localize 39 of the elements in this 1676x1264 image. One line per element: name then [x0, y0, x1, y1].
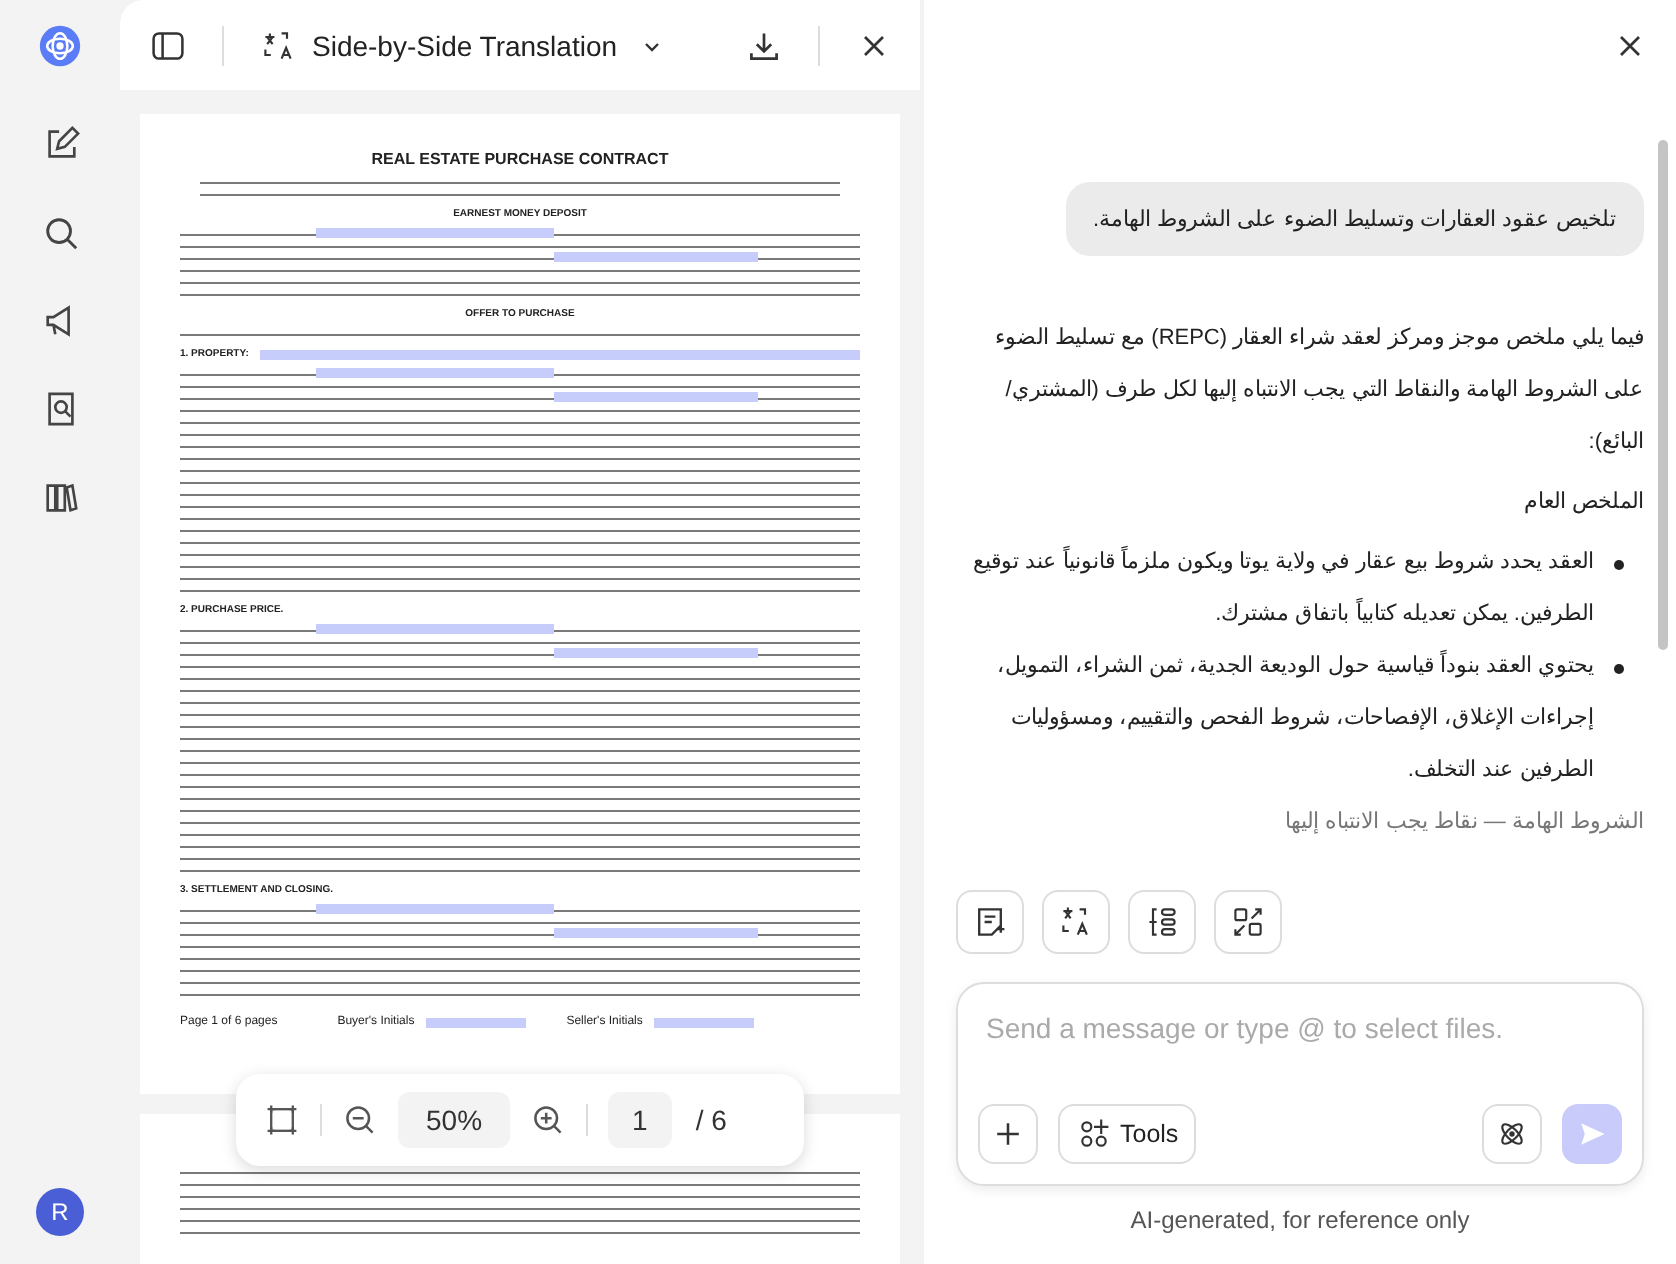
- zoom-in-icon[interactable]: [530, 1102, 567, 1138]
- outline-icon: [1144, 904, 1180, 940]
- answer-list-item: العقد يحدد شروط بيع عقار في ولاية يوتا ويكون ملزماً قانونياً عند توقيع الطرفين. يمكن تعديله كتابياً باتفاق مشترك.: [970, 544, 1594, 630]
- user-message: تلخيص عقود العقارات وتسليط الضوء على الشروط الهامة.: [1065, 182, 1644, 256]
- translate-button[interactable]: [1042, 890, 1110, 954]
- zoom-level-field[interactable]: 50%: [398, 1092, 511, 1148]
- user-avatar[interactable]: R: [36, 1188, 84, 1236]
- translation-mode-dropdown[interactable]: Side-by-Side Translation: [260, 27, 662, 63]
- scrollbar[interactable]: [1658, 140, 1668, 650]
- form-field[interactable]: [260, 349, 860, 359]
- search-icon[interactable]: [41, 214, 79, 252]
- bullet-icon: [1614, 560, 1624, 570]
- swap-icon: [1230, 904, 1266, 940]
- answer-paragraph: الشروط الهامة — نقاط يجب الانتباه إليها: [1283, 808, 1644, 838]
- download-icon[interactable]: [746, 27, 782, 63]
- page-count: / 6: [695, 1104, 727, 1136]
- answer-paragraph: الملخص العام: [1521, 488, 1644, 518]
- tools-button[interactable]: Tools: [1058, 1104, 1197, 1164]
- answer-list-item: يحتوي العقد بنوداً قياسية حول الوديعة الجدية، ثمن الشراء، التمويل، إجراءات الإغلاق، الإفصاحات، شروط الفحص والتقييم، ومسؤوليات الطرفين عند التخلف.: [994, 648, 1594, 786]
- zoom-out-icon[interactable]: [342, 1102, 378, 1138]
- translate-icon: [1058, 904, 1094, 940]
- outline-button[interactable]: [1128, 890, 1196, 954]
- swap-button[interactable]: [1214, 890, 1282, 954]
- document-title: REAL ESTATE PURCHASE CONTRACT: [369, 150, 671, 168]
- note-icon: [972, 904, 1008, 940]
- answer-paragraph: فيما يلي ملخص موجز ومركز لعقد شراء العقار (REPC) مع تسليط الضوء على الشروط الهامة والنقاط التي يجب الانتباه إليها لكل طرف (المشتري/البائع):: [992, 324, 1644, 458]
- fit-page-icon[interactable]: [264, 1102, 300, 1138]
- page-number-field[interactable]: 1: [608, 1092, 672, 1148]
- logo-icon[interactable]: [38, 24, 82, 68]
- add-button[interactable]: [978, 1104, 1038, 1164]
- note-button[interactable]: [956, 890, 1024, 954]
- sidebar-toggle-icon[interactable]: [150, 27, 186, 63]
- translate-icon: [260, 27, 296, 63]
- bullet-icon: [1614, 664, 1624, 674]
- atom-button[interactable]: [1482, 1104, 1542, 1164]
- disclaimer-text: AI-generated, for reference only: [1128, 1206, 1472, 1234]
- message-input[interactable]: Send a message or type @ to select files. Tools: [956, 982, 1644, 1186]
- books-icon[interactable]: [41, 478, 79, 516]
- tools-icon: [1076, 1116, 1112, 1152]
